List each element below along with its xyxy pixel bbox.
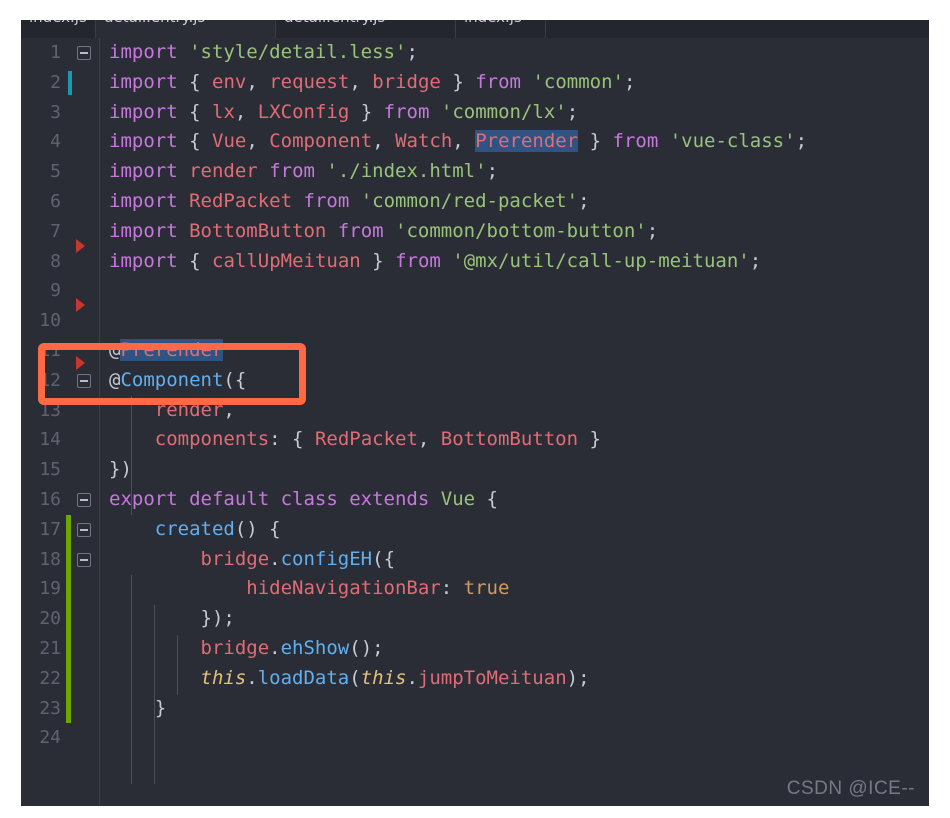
line-number: 7 <box>50 220 61 242</box>
line-number: 20 <box>39 608 61 630</box>
line-number: 3 <box>50 101 61 123</box>
vcs-change-marker[interactable] <box>66 604 71 634</box>
line-number: 15 <box>39 459 61 481</box>
line-number: 16 <box>39 488 61 510</box>
fold-toggle-icon[interactable] <box>77 46 91 60</box>
line-number: 1 <box>50 42 61 63</box>
code-line-text: render, <box>154 398 235 421</box>
line-number: 9 <box>50 280 61 302</box>
code-editor-screenshot: index.js detail.entry.js detail.entry.js… <box>0 0 950 818</box>
editor-tab-label: index.js <box>29 20 87 26</box>
annotation-arrow-icon <box>76 238 85 253</box>
line-number: 21 <box>39 637 61 659</box>
line-number: 24 <box>39 727 61 749</box>
code-line-text: @Prerender <box>109 338 224 361</box>
line-number: 5 <box>50 161 61 183</box>
code-line-text: import { lx, LXConfig } from 'common/lx'… <box>109 100 579 123</box>
text-caret <box>68 70 72 95</box>
code-line[interactable]: 3 import { lx, LXConfig } from 'common/l… <box>21 98 929 128</box>
code-line[interactable]: 4 import { Vue, Component, Watch, Preren… <box>21 127 929 157</box>
vcs-change-marker[interactable] <box>66 663 71 694</box>
code-line-text: import RedPacket from 'common/red-packet… <box>109 189 590 212</box>
code-line[interactable]: 1 import 'style/detail.less'; <box>21 38 929 68</box>
code-line[interactable]: 23 } <box>21 693 929 724</box>
line-number: 10 <box>39 310 61 332</box>
fold-toggle-icon[interactable] <box>77 492 91 507</box>
code-line[interactable]: 16 export default class extends Vue { <box>21 485 929 515</box>
vcs-change-marker[interactable] <box>66 574 71 605</box>
code-line[interactable]: 21 bridge.ehShow(); <box>21 633 929 664</box>
line-number: 13 <box>39 399 61 421</box>
line-number: 18 <box>39 548 61 570</box>
code-line-text: import BottomButton from 'common/bottom-… <box>109 219 659 242</box>
code-line-text: import 'style/detail.less'; <box>109 41 418 63</box>
code-editor-content[interactable]: 1 import 'style/detail.less'; 2 import {… <box>21 38 929 806</box>
code-line[interactable]: 7 import BottomButton from 'common/botto… <box>21 217 929 247</box>
editor-tab-label: detail.entry.js <box>104 20 205 26</box>
line-number: 23 <box>39 697 61 719</box>
line-number: 4 <box>50 131 61 153</box>
code-line-text: bridge.ehShow(); <box>200 636 384 659</box>
editor-frame: index.js detail.entry.js detail.entry.js… <box>21 20 929 806</box>
vcs-change-marker[interactable] <box>66 514 71 545</box>
code-line[interactable]: 22 this.loadData(this.jumpToMeituan); <box>21 663 929 694</box>
editor-tab-label: index.js <box>464 20 522 26</box>
code-line[interactable]: 14 components: { RedPacket, BottomButton… <box>21 425 929 455</box>
line-number: 14 <box>39 429 61 451</box>
code-line-text: }) <box>109 458 132 481</box>
line-number: 17 <box>39 518 61 540</box>
code-line[interactable]: 9 <box>21 276 929 306</box>
code-line-text: components: { RedPacket, BottomButton } <box>154 428 601 451</box>
code-line[interactable]: 8 import { callUpMeituan } from '@mx/uti… <box>21 238 929 277</box>
code-line-text: bridge.configEH({ <box>200 547 396 570</box>
code-line[interactable]: 24 <box>21 723 929 753</box>
annotation-arrow-icon <box>76 355 85 370</box>
code-line[interactable]: 12 @Component({ <box>21 355 929 396</box>
code-line[interactable]: 18 bridge.configEH({ <box>21 544 929 575</box>
code-line-text: import { Vue, Component, Watch, Prerende… <box>109 130 808 153</box>
code-line-text: import { env, request, bridge } from 'co… <box>109 70 636 93</box>
code-line[interactable]: 13 render, <box>21 396 929 426</box>
vcs-change-marker[interactable] <box>66 544 71 575</box>
code-line[interactable]: 20 }); <box>21 604 929 634</box>
line-number: 11 <box>39 339 61 361</box>
code-line-text: @Component({ <box>109 368 247 391</box>
editor-tab-1[interactable]: detail.entry.js <box>96 20 276 38</box>
code-line[interactable]: 19 hideNavigationBar: true <box>21 574 929 605</box>
line-number: 6 <box>50 190 61 212</box>
fold-toggle-icon[interactable] <box>77 552 91 567</box>
vcs-change-marker[interactable] <box>66 633 71 664</box>
editor-tab-label: detail.entry.js <box>284 20 385 26</box>
line-number: 8 <box>50 250 61 272</box>
line-number: 22 <box>39 667 61 689</box>
code-line[interactable]: 10 <box>21 298 929 336</box>
line-number: 12 <box>39 369 61 391</box>
code-line-text: }); <box>200 607 235 630</box>
code-line-text: this.loadData(this.jumpToMeituan); <box>200 666 590 689</box>
code-line-text: hideNavigationBar: true <box>246 577 510 600</box>
code-line[interactable]: 11 @Prerender <box>21 336 929 366</box>
code-line[interactable]: 5 import render from './index.html'; <box>21 157 929 187</box>
vcs-change-marker[interactable] <box>66 693 71 724</box>
editor-tab-2[interactable]: detail.entry.js <box>276 20 456 38</box>
code-line-text: } <box>154 696 167 719</box>
editor-tab-3[interactable]: index.js <box>456 20 546 38</box>
code-line-text: import render from './index.html'; <box>109 160 499 183</box>
code-line[interactable]: 2 import { env, request, bridge } from '… <box>21 68 929 98</box>
code-line-text: created() { <box>154 517 281 540</box>
line-number: 2 <box>50 71 61 93</box>
line-number: 19 <box>39 578 61 600</box>
watermark: CSDN @ICE-- <box>786 778 915 799</box>
code-line[interactable]: 17 created() { <box>21 514 929 545</box>
annotation-arrow-icon <box>76 298 85 313</box>
fold-toggle-icon[interactable] <box>77 522 91 537</box>
fold-toggle-icon[interactable] <box>77 373 91 388</box>
editor-tab-0[interactable]: index.js <box>21 20 96 38</box>
code-line[interactable]: 6 import RedPacket from 'common/red-pack… <box>21 187 929 217</box>
code-line-text: import { callUpMeituan } from '@mx/util/… <box>109 249 762 272</box>
code-line-text: export default class extends Vue { <box>109 487 498 510</box>
code-line[interactable]: 15 }) <box>21 455 929 485</box>
editor-tab-bar[interactable]: index.js detail.entry.js detail.entry.js… <box>21 20 929 38</box>
